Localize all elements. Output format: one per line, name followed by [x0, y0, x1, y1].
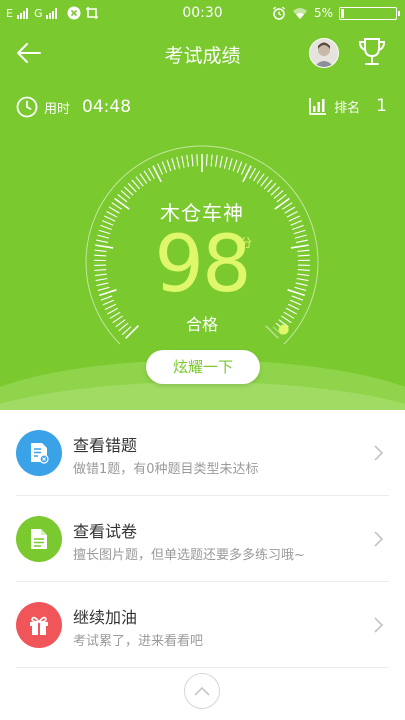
time-used: 用时 04:48 [16, 96, 131, 118]
share-button[interactable]: 炫耀一下 [146, 350, 260, 384]
row-subtitle: 擅长图片题，但单选题还要多多练习哦~ [73, 548, 305, 563]
ranking: 排名 1 [308, 96, 387, 116]
row-icon-bg [16, 602, 62, 648]
bar-chart-icon [309, 98, 327, 115]
grade-label: 合格 [185, 315, 218, 334]
list-item-wrong-questions[interactable]: 查看错题 做错1题，有0种题目类型未达标 [16, 410, 389, 496]
gift-icon [30, 616, 48, 635]
clock-icon [16, 96, 38, 118]
row-subtitle: 考试累了，进来看看吧 [73, 634, 204, 649]
rank-label: 排名 [334, 100, 361, 116]
trophy-icon[interactable] [357, 36, 387, 68]
row-title: 查看错题 [73, 436, 138, 455]
action-list: 查看错题 做错1题，有0种题目类型未达标 查看试卷 擅长图片题，但单选题还要多多… [0, 410, 405, 668]
error-doc-icon [31, 443, 49, 464]
chevron-right-icon [374, 617, 384, 633]
status-bar: E G 00:30 5% [0, 0, 405, 28]
chevron-right-icon [374, 531, 384, 547]
battery-icon [339, 6, 400, 20]
row-title: 继续加油 [73, 608, 138, 627]
battery-percent: 5% [313, 6, 333, 20]
time-value: 04:48 [82, 97, 132, 117]
list-item-view-paper[interactable]: 查看试卷 擅长图片题，但单选题还要多多练习哦~ [16, 496, 389, 582]
row-title: 查看试卷 [73, 522, 138, 541]
navigation-bar: 考试成绩 [0, 30, 405, 76]
row-subtitle: 做错1题，有0种题目类型未达标 [73, 462, 259, 477]
row-icon-bg [16, 516, 62, 562]
list-item-keep-going[interactable]: 继续加油 考试累了，进来看看吧 [16, 582, 389, 668]
chevron-up-icon [194, 686, 210, 696]
paper-doc-icon [31, 529, 47, 549]
score-panel: 木仓车神 98 分 合格 [82, 142, 322, 382]
page-title: 考试成绩 [164, 45, 241, 67]
rank-value: 1 [376, 96, 387, 116]
alarm-icon [272, 6, 285, 20]
score-value: 98 [154, 220, 251, 310]
avatar[interactable] [309, 38, 339, 68]
chevron-right-icon [374, 445, 384, 461]
wifi-icon [292, 7, 307, 19]
row-icon-bg [16, 430, 62, 476]
time-label: 用时 [44, 101, 71, 117]
score-unit: 分 [240, 236, 253, 250]
scroll-up-button[interactable] [184, 673, 220, 709]
